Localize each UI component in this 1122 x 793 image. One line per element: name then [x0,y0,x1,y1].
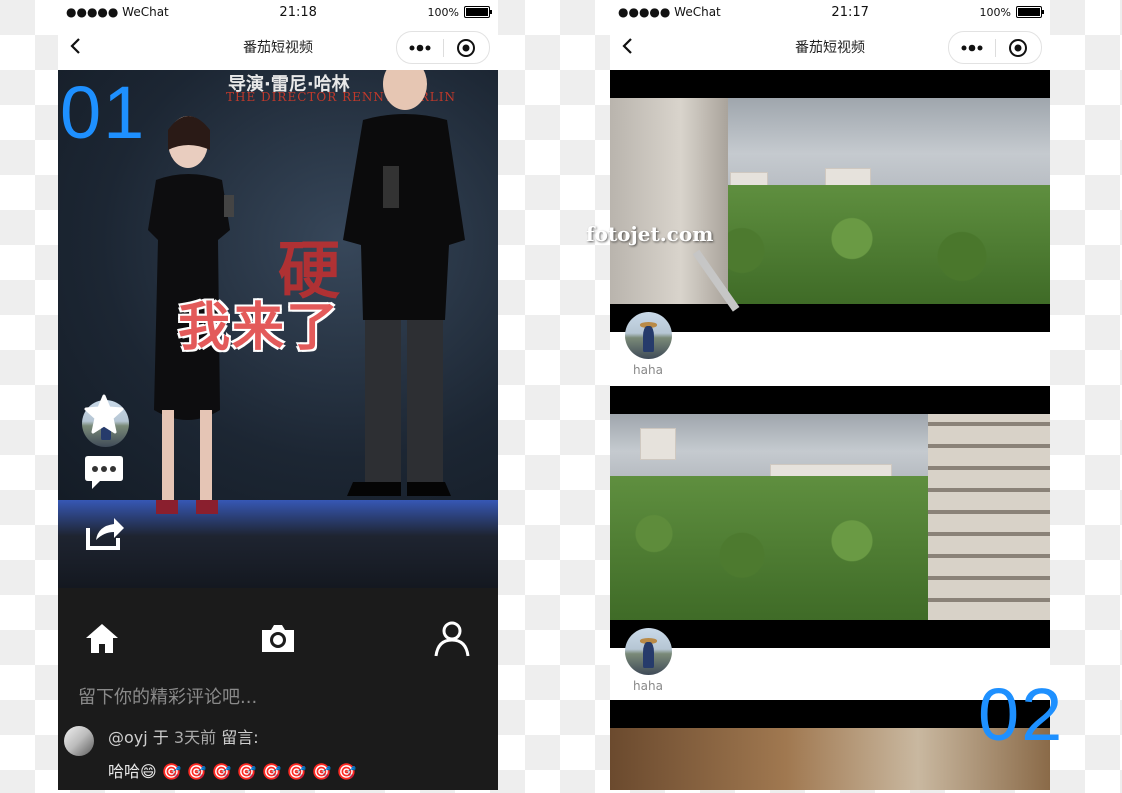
battery-percent: 100% [427,5,459,19]
bottom-nav [58,588,498,683]
comment-time: 3天前 [173,728,217,747]
page-title: 番茄短视频 [243,40,313,56]
carrier: ●●●●● WeChat [618,5,721,19]
comment-meta: @oyj 于 3天前 留言: [108,724,259,748]
clock: 21:18 [279,4,317,20]
home-icon[interactable] [82,618,122,658]
post-avatar[interactable] [624,628,672,675]
clock: 21:17 [831,4,869,20]
post-meta-2: haha [618,628,678,693]
comment-item: @oyj 于 3天前 留言: 哈哈😄 🎯 🎯 🎯 🎯 🎯 🎯 🎯 🎯 [58,720,498,790]
feed-video-1[interactable] [610,70,1050,332]
screen-label-01: 01 [60,71,147,154]
phone-screen-left: ●●●●● WeChat 21:18 100% 番茄短视频 导演·雷尼·哈林 T… [58,0,498,790]
avatar-person [643,326,654,352]
video-frame [610,414,1050,620]
page-title: 番茄短视频 [795,40,865,56]
camera-icon[interactable] [258,618,298,658]
comment-suffix: 留言: [221,728,259,747]
status-bar: ●●●●● WeChat 21:17 100% [610,0,1050,24]
video-frame [610,98,1050,312]
post-meta-1: haha [618,312,678,377]
user-icon[interactable] [432,618,472,658]
avatar-person [643,642,654,668]
mini-program-capsule [396,31,490,64]
carrier: ●●●●● WeChat [66,5,169,19]
more-options-icon[interactable] [397,32,443,63]
more-options-icon[interactable] [949,32,995,63]
comment-prefix: 于 [152,728,169,747]
share-icon[interactable] [82,510,126,554]
status-bar: ●●●●● WeChat 21:18 100% [58,0,498,24]
mini-program-capsule [948,31,1042,64]
nav-bar: 番茄短视频 [58,24,498,70]
battery-indicator: 100% [979,5,1044,19]
back-arrow-icon[interactable] [618,36,638,56]
back-arrow-icon[interactable] [66,36,86,56]
comment-input[interactable] [76,682,480,712]
feed-video-2[interactable] [610,386,1050,648]
comment-text: 哈哈😄 🎯 🎯 🎯 🎯 🎯 🎯 🎯 🎯 [108,762,357,781]
building [640,428,676,460]
battery-icon [1016,6,1044,18]
comment-icon[interactable] [82,452,126,492]
close-mini-program-icon[interactable] [996,32,1042,63]
comment-input-bar [58,670,498,721]
post-avatar[interactable] [624,312,672,359]
nav-bar: 番茄短视频 [610,24,1050,70]
star-icon[interactable] [82,392,126,436]
commenter-avatar[interactable] [64,726,94,756]
video-caption: 我来了 [178,298,341,358]
screen-label-02: 02 [978,673,1065,756]
watermark: fotojet.com [586,222,714,246]
post-username[interactable]: haha [618,679,678,693]
comment-username[interactable]: @oyj [108,728,148,747]
battery-icon [464,6,492,18]
close-mini-program-icon[interactable] [444,32,490,63]
post-username[interactable]: haha [618,363,678,377]
apartment-building [928,414,1050,620]
man-figure [343,70,465,496]
battery-percent: 100% [979,5,1011,19]
battery-indicator: 100% [427,5,492,19]
